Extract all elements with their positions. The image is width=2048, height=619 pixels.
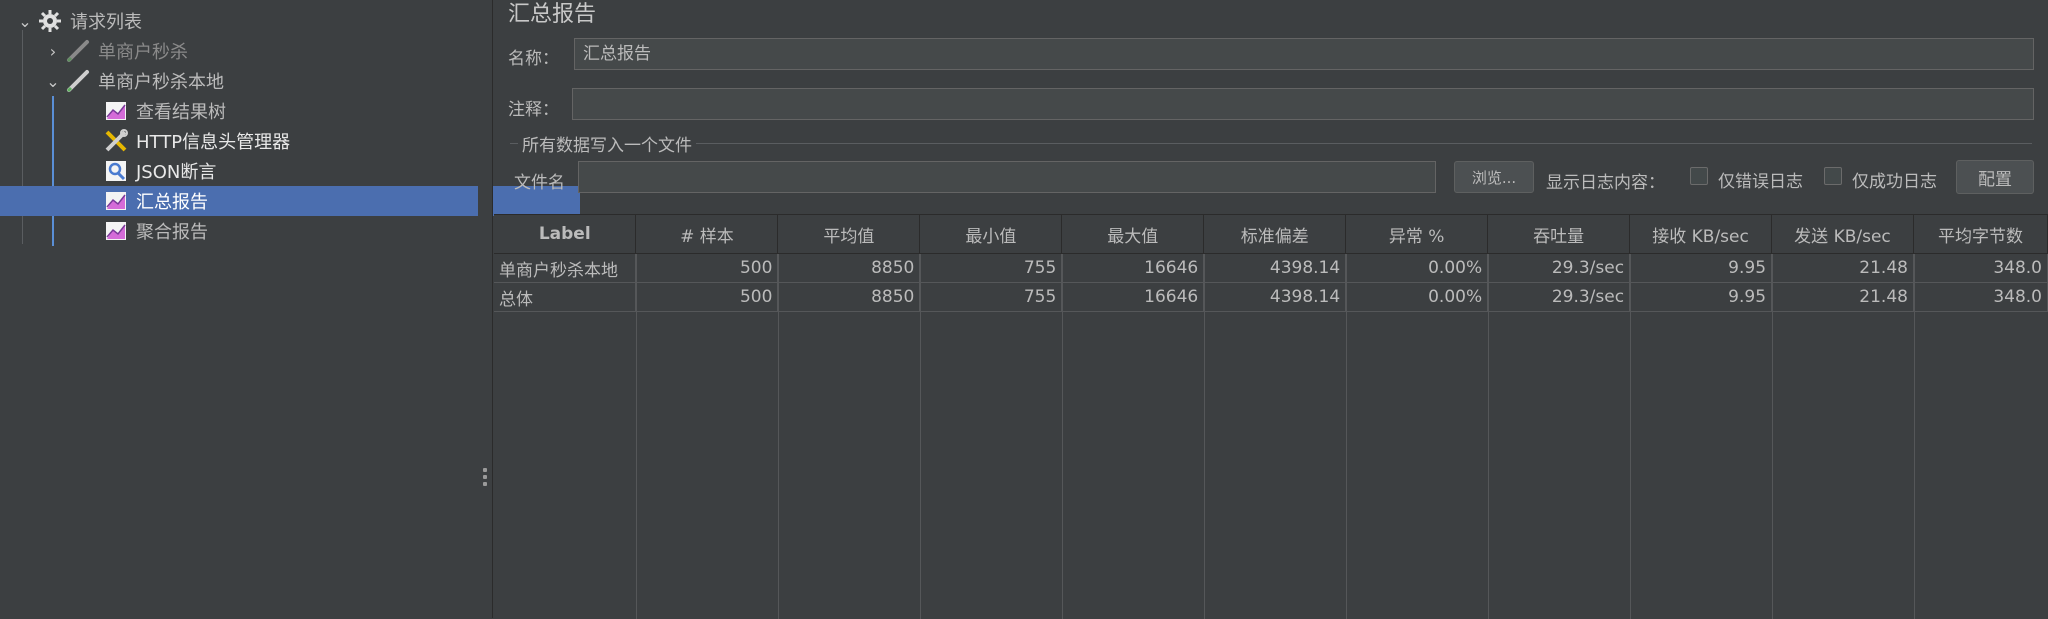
table-cell: 29.3/sec <box>1487 253 1631 283</box>
table-cell: 16646 <box>1061 253 1205 283</box>
table-cell: 500 <box>635 282 779 312</box>
filename-field[interactable] <box>578 161 1436 193</box>
column-header[interactable]: 平均值 <box>777 215 921 254</box>
results-table: Label # 样本 平均值 最小值 最大值 标准偏差 异常 % 吞吐量 接收 … <box>494 215 2048 312</box>
results-table-area: Label # 样本 平均值 最小值 最大值 标准偏差 异常 % 吞吐量 接收 … <box>494 214 2048 619</box>
column-header[interactable]: 发送 KB/sec <box>1771 215 1914 254</box>
chevron-down-icon[interactable]: ⌄ <box>42 72 64 91</box>
table-cell: 500 <box>635 253 779 283</box>
tree-item-aggregate-report[interactable]: 聚合报告 <box>0 216 580 246</box>
tree-item-view-results-tree[interactable]: 查看结果树 <box>0 96 580 126</box>
tree-item-label: 单商户秒杀本地 <box>98 72 224 93</box>
log-content-label: 显示日志内容： <box>1546 173 1665 193</box>
table-cell: 0.00% <box>1345 282 1489 312</box>
panel-splitter[interactable] <box>478 0 493 618</box>
column-header[interactable]: 标准偏差 <box>1203 215 1347 254</box>
tree-item-json-assertion[interactable]: JSON断言 <box>0 156 580 186</box>
table-cell: 29.3/sec <box>1487 282 1631 312</box>
chevron-right-icon[interactable]: › <box>42 42 64 61</box>
table-cell: 总体 <box>494 282 637 312</box>
configure-button[interactable]: 配置 <box>1956 160 2034 194</box>
tree-item-label: JSON断言 <box>136 162 217 183</box>
comment-field[interactable] <box>572 88 2034 120</box>
table-cell: 348.0 <box>1913 282 2048 312</box>
column-header[interactable]: 接收 KB/sec <box>1629 215 1773 254</box>
table-cell: 9.95 <box>1629 253 1773 283</box>
name-field[interactable]: 汇总报告 <box>574 38 2034 70</box>
tree-item-summary-report[interactable]: 汇总报告 <box>0 186 580 216</box>
gear-icon <box>36 8 64 34</box>
tree-item-label: 汇总报告 <box>136 192 208 213</box>
table-row[interactable]: 单商户秒杀本地 500 8850 755 16646 4398.14 0.00%… <box>494 253 2048 283</box>
table-cell: 21.48 <box>1771 253 1914 283</box>
table-cell: 4398.14 <box>1203 282 1347 312</box>
column-header[interactable]: 平均字节数 <box>1913 215 2048 254</box>
sampler-pen-icon <box>64 68 92 94</box>
table-cell: 单商户秒杀本地 <box>494 253 637 283</box>
table-row[interactable]: 总体 500 8850 755 16646 4398.14 0.00% 29.3… <box>494 282 2048 312</box>
column-header[interactable]: 异常 % <box>1345 215 1489 254</box>
test-plan-tree: ⌄ 请求列表 › 单商户秒杀 ⌄ 单商户秒杀本地 查看结果树 HTTP信息头管理… <box>0 0 580 618</box>
success-only-label: 仅成功日志 <box>1852 172 1937 192</box>
table-cell: 8850 <box>777 253 921 283</box>
magnifier-assertion-icon <box>102 158 130 184</box>
column-header[interactable]: 最小值 <box>919 215 1063 254</box>
tree-item-seckill-local[interactable]: ⌄ 单商户秒杀本地 <box>0 66 520 96</box>
browse-button[interactable]: 浏览... <box>1454 161 1534 193</box>
tools-icon <box>102 128 130 154</box>
tree-item-label: 聚合报告 <box>136 222 208 243</box>
success-only-checkbox[interactable] <box>1824 167 1842 185</box>
comment-label: 注释： <box>508 100 559 120</box>
name-label: 名称： <box>508 49 559 69</box>
column-header[interactable]: 吞吐量 <box>1487 215 1631 254</box>
chart-listener-icon <box>102 188 130 214</box>
chart-listener-icon <box>102 98 130 124</box>
errors-only-checkbox[interactable] <box>1690 167 1708 185</box>
tree-item-label: 单商户秒杀 <box>98 42 188 63</box>
table-cell: 348.0 <box>1913 253 2048 283</box>
tree-item-http-header-manager[interactable]: HTTP信息头管理器 <box>0 126 580 156</box>
sampler-pen-icon <box>64 38 92 64</box>
errors-only-label: 仅错误日志 <box>1718 172 1803 192</box>
tree-item-label: HTTP信息头管理器 <box>136 132 291 153</box>
column-header[interactable]: Label <box>494 215 637 254</box>
table-cell: 8850 <box>777 282 921 312</box>
chart-listener-icon <box>102 218 130 244</box>
table-cell: 4398.14 <box>1203 253 1347 283</box>
column-header[interactable]: 最大值 <box>1061 215 1205 254</box>
page-title: 汇总报告 <box>508 2 597 27</box>
summary-report-panel: 汇总报告 名称： 汇总报告 注释： 所有数据写入一个文件 文件名 浏览... 显… <box>494 0 2048 619</box>
chevron-down-icon[interactable]: ⌄ <box>14 12 36 31</box>
table-cell: 16646 <box>1061 282 1205 312</box>
tree-item-seckill[interactable]: › 单商户秒杀 <box>0 36 520 66</box>
tree-item-label: 查看结果树 <box>136 102 226 123</box>
file-group-title: 所有数据写入一个文件 <box>518 131 696 156</box>
file-group-divider <box>510 143 2032 144</box>
table-cell: 21.48 <box>1771 282 1914 312</box>
splitter-grip-icon[interactable] <box>483 468 487 489</box>
table-cell: 755 <box>919 282 1063 312</box>
filename-label: 文件名 <box>514 173 565 193</box>
table-header-row: Label # 样本 平均值 最小值 最大值 标准偏差 异常 % 吞吐量 接收 … <box>494 215 2048 254</box>
tree-item-request-list[interactable]: ⌄ 请求列表 <box>0 6 492 36</box>
column-header[interactable]: # 样本 <box>635 215 779 254</box>
table-cell: 0.00% <box>1345 253 1489 283</box>
tree-item-label: 请求列表 <box>70 12 142 33</box>
table-cell: 755 <box>919 253 1063 283</box>
table-cell: 9.95 <box>1629 282 1773 312</box>
